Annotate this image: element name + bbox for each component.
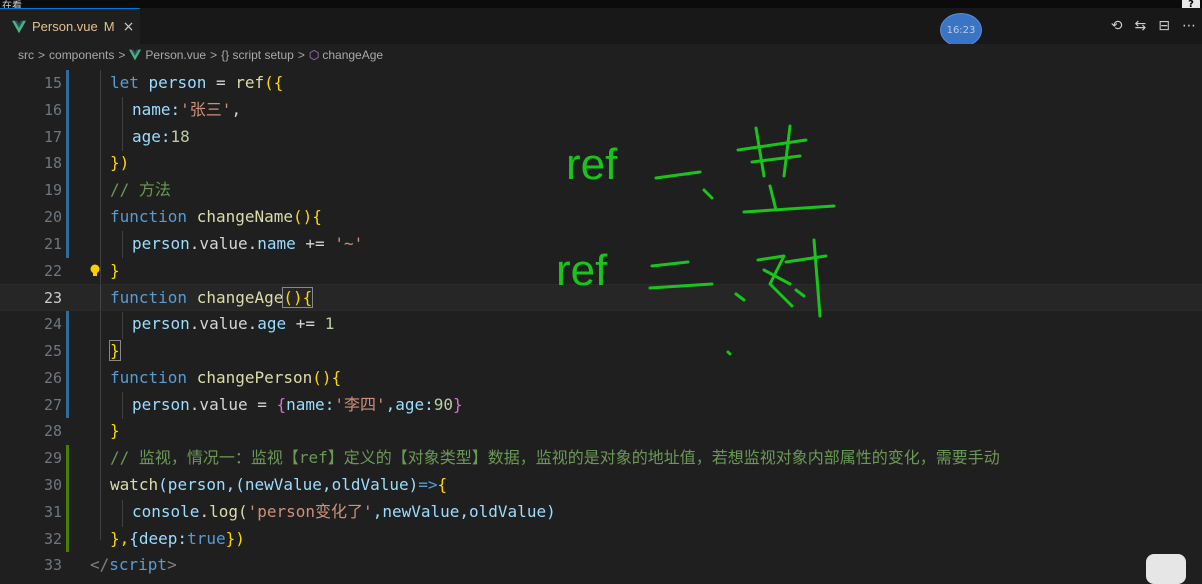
handwriting-ink-overlay: [648, 124, 836, 356]
